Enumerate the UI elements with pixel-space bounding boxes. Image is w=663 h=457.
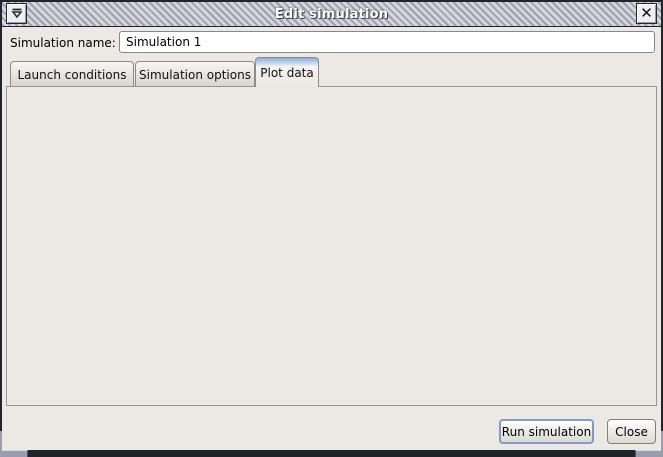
window-menu-button[interactable] (6, 3, 27, 24)
plot-data-panel (6, 86, 657, 406)
run-simulation-button[interactable]: Run simulation (499, 419, 594, 444)
window-menu-icon (10, 4, 24, 23)
tab-label: Launch conditions (17, 68, 126, 82)
simulation-name-field[interactable] (119, 31, 655, 53)
close-button[interactable]: Close (607, 419, 656, 444)
close-window-button[interactable]: ✕ (636, 3, 657, 24)
simulation-name-label: Simulation name: (10, 36, 116, 50)
resize-handle-left[interactable] (0, 431, 2, 457)
titlebar: Edit simulation ✕ (2, 2, 661, 26)
tab-plot-data[interactable]: Plot data (255, 57, 319, 87)
edit-simulation-dialog: Edit simulation ✕ Simulation name: Launc… (0, 0, 663, 457)
dialog-content: Simulation name: Launch conditions Simul… (2, 27, 661, 450)
tab-label: Plot data (260, 66, 313, 80)
window-title: Edit simulation (275, 7, 388, 22)
tab-launch-conditions[interactable]: Launch conditions (10, 61, 134, 87)
resize-handle-bottom-left[interactable] (0, 450, 28, 457)
resize-handle-bottom-right[interactable] (635, 450, 663, 457)
close-icon: ✕ (640, 6, 653, 21)
tab-label: Simulation options (139, 68, 251, 82)
close-label: Close (615, 425, 648, 439)
run-simulation-label: Run simulation (502, 425, 591, 439)
tab-simulation-options[interactable]: Simulation options (135, 61, 255, 87)
